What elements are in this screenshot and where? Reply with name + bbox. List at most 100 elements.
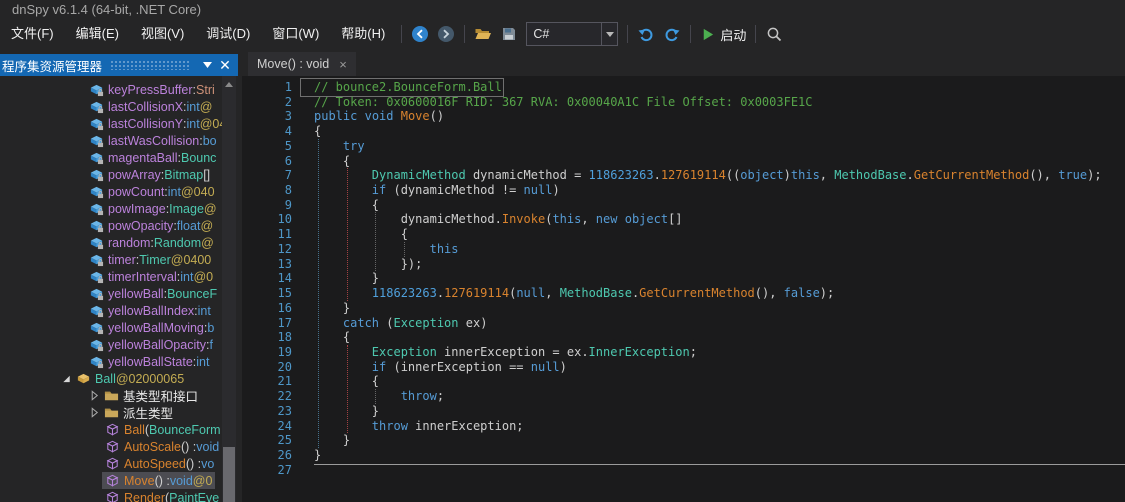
tree-item-content[interactable]: Ball(BounceForm xyxy=(102,421,224,438)
code-line-16[interactable]: 16 } xyxy=(242,301,1125,316)
language-dropdown-button[interactable] xyxy=(601,23,617,45)
code-line-14[interactable]: 14 } xyxy=(242,271,1125,286)
tree-item-Move[interactable]: Move() : void @0 xyxy=(0,472,238,489)
tree-item-content[interactable]: keyPressBuffer : Stri xyxy=(86,81,218,98)
tree-item-content[interactable]: timer : Timer @0400 xyxy=(86,251,214,268)
code-line-26[interactable]: 26} xyxy=(242,448,1125,463)
tree-item-content[interactable]: powArray : Bitmap[] xyxy=(86,166,213,183)
tree-item-powArray[interactable]: powArray : Bitmap[] xyxy=(0,166,238,183)
tree-expander[interactable] xyxy=(60,372,73,386)
assembly-explorer-tree[interactable]: keyPressBuffer : StrilastCollisionX : in… xyxy=(0,76,238,502)
tree-item-content[interactable]: timerInterval : int @0 xyxy=(86,268,216,285)
scroll-up-button[interactable] xyxy=(222,78,236,90)
code-area[interactable]: 1// bounce2.BounceForm.Ball2// Token: 0x… xyxy=(242,76,1125,477)
undo-button[interactable] xyxy=(634,22,658,46)
tree-item-lastCollisionX[interactable]: lastCollisionX : int @ xyxy=(0,98,238,115)
tree-item-content[interactable]: random : Random @ xyxy=(86,234,217,251)
scrollbar-thumb[interactable] xyxy=(223,447,235,502)
search-button[interactable] xyxy=(762,22,786,46)
code-line-24[interactable]: 24 throw innerException; xyxy=(242,419,1125,434)
panel-menu-button[interactable] xyxy=(198,56,216,74)
code-line-1[interactable]: 1// bounce2.BounceForm.Ball xyxy=(242,80,1125,95)
tab-close-icon[interactable]: × xyxy=(339,57,347,72)
tree-item-content[interactable]: yellowBallMoving : b xyxy=(86,319,217,336)
code-line-9[interactable]: 9 { xyxy=(242,198,1125,213)
tree-expander[interactable] xyxy=(88,389,101,403)
menu-item-help[interactable]: 帮助(H) xyxy=(330,20,396,48)
code-line-6[interactable]: 6 { xyxy=(242,154,1125,169)
tree-item-powCount[interactable]: powCount : int @040 xyxy=(0,183,238,200)
menu-item-window[interactable]: 窗口(W) xyxy=(261,20,330,48)
tree-item-lastCollisionY[interactable]: lastCollisionY : int @04 xyxy=(0,115,238,132)
tree-item-content[interactable]: yellowBallState : int xyxy=(86,353,212,370)
tree-item-content[interactable]: lastWasCollision : bo xyxy=(86,132,220,149)
expander-expanded-icon[interactable] xyxy=(61,373,72,384)
tree-item-content[interactable]: yellowBall : BounceF xyxy=(86,285,220,302)
code-line-23[interactable]: 23 } xyxy=(242,404,1125,419)
tree-item-AutoSpeed[interactable]: AutoSpeed() : vo xyxy=(0,455,238,472)
redo-button[interactable] xyxy=(660,22,684,46)
menu-item-view[interactable]: 视图(V) xyxy=(130,20,195,48)
code-line-19[interactable]: 19 Exception innerException = ex.InnerEx… xyxy=(242,345,1125,360)
code-line-17[interactable]: 17 catch (Exception ex) xyxy=(242,316,1125,331)
menu-item-file[interactable]: 文件(F) xyxy=(0,20,65,48)
code-line-15[interactable]: 15 118623263.127619114(null, MethodBase.… xyxy=(242,286,1125,301)
tree-item-random[interactable]: random : Random @ xyxy=(0,234,238,251)
save-module-button[interactable] xyxy=(497,22,521,46)
tree-item-content[interactable]: 派生类型 xyxy=(101,404,176,421)
tree-item-content[interactable]: lastCollisionX : int @ xyxy=(86,98,215,115)
code-line-8[interactable]: 8 if (dynamicMethod != null) xyxy=(242,183,1125,198)
tree-item-content[interactable]: lastCollisionY : int @04 xyxy=(86,115,229,132)
tree-scrollbar[interactable] xyxy=(222,76,236,502)
code-line-18[interactable]: 18 { xyxy=(242,330,1125,345)
tree-item-yellowBallIndex[interactable]: yellowBallIndex : int xyxy=(0,302,238,319)
tree-item-Ball-ctor[interactable]: Ball(BounceForm xyxy=(0,421,238,438)
tree-item-content[interactable]: yellowBallIndex : int xyxy=(86,302,214,319)
tree-item-lastWasCollision[interactable]: lastWasCollision : bo xyxy=(0,132,238,149)
tab-move-void[interactable]: Move() : void × xyxy=(248,52,356,76)
start-button[interactable]: 启动 xyxy=(696,25,750,44)
expander-collapsed-icon[interactable] xyxy=(89,407,100,418)
code-line-3[interactable]: 3public void Move() xyxy=(242,109,1125,124)
tree-item-powOpacity[interactable]: powOpacity : float @ xyxy=(0,217,238,234)
code-line-7[interactable]: 7 DynamicMethod dynamicMethod = 11862326… xyxy=(242,168,1125,183)
tree-item-Render[interactable]: Render(PaintEve xyxy=(0,489,238,502)
tree-item-content[interactable]: AutoSpeed() : vo xyxy=(102,455,217,472)
tree-item-content[interactable]: powImage : Image @ xyxy=(86,200,220,217)
tree-item-yellowBallMoving[interactable]: yellowBallMoving : b xyxy=(0,319,238,336)
tree-item-yellowBall[interactable]: yellowBall : BounceF xyxy=(0,285,238,302)
tree-item-yellowBallOpacity[interactable]: yellowBallOpacity : f xyxy=(0,336,238,353)
tree-item-derived-types[interactable]: 派生类型 xyxy=(0,404,238,421)
tree-item-yellowBallState[interactable]: yellowBallState : int xyxy=(0,353,238,370)
code-line-27[interactable]: 27 xyxy=(242,463,1125,478)
menu-item-edit[interactable]: 编辑(E) xyxy=(65,20,130,48)
tree-item-timerInterval[interactable]: timerInterval : int @0 xyxy=(0,268,238,285)
expander-collapsed-icon[interactable] xyxy=(89,390,100,401)
tree-expander[interactable] xyxy=(88,406,101,420)
tree-item-content[interactable]: yellowBallOpacity : f xyxy=(86,336,216,353)
tree-item-content[interactable]: 基类型和接口 xyxy=(101,387,201,404)
tree-item-content[interactable]: powOpacity : float @ xyxy=(86,217,216,234)
tree-item-content[interactable]: Render(PaintEve xyxy=(102,489,222,502)
code-line-20[interactable]: 20 if (innerException == null) xyxy=(242,360,1125,375)
tree-item-content[interactable]: AutoScale() : void xyxy=(102,438,222,455)
tree-item-Ball-class[interactable]: Ball @02000065 xyxy=(0,370,238,387)
code-editor[interactable]: 1// bounce2.BounceForm.Ball2// Token: 0x… xyxy=(242,76,1125,502)
tree-item-content[interactable]: powCount : int @040 xyxy=(86,183,218,200)
menu-item-debug[interactable]: 调试(D) xyxy=(195,20,261,48)
tree-item-content[interactable]: Move() : void @0 xyxy=(102,472,215,489)
panel-close-button[interactable]: ✕ xyxy=(216,56,234,74)
open-assembly-button[interactable] xyxy=(471,22,495,46)
tree-item-AutoScale[interactable]: AutoScale() : void xyxy=(0,438,238,455)
forward-button[interactable] xyxy=(434,22,458,46)
tree-item-timer[interactable]: timer : Timer @0400 xyxy=(0,251,238,268)
tree-item-powImage[interactable]: powImage : Image @ xyxy=(0,200,238,217)
code-line-21[interactable]: 21 { xyxy=(242,374,1125,389)
code-line-2[interactable]: 2// Token: 0x0600016F RID: 367 RVA: 0x00… xyxy=(242,95,1125,110)
back-button[interactable] xyxy=(408,22,432,46)
tree-item-base-types-and-interfaces[interactable]: 基类型和接口 xyxy=(0,387,238,404)
tree-item-content[interactable]: Ball @02000065 xyxy=(73,370,187,387)
tree-item-content[interactable]: magentaBall : Bounc xyxy=(86,149,219,166)
code-line-5[interactable]: 5 try xyxy=(242,139,1125,154)
language-select[interactable]: C# xyxy=(526,22,618,46)
